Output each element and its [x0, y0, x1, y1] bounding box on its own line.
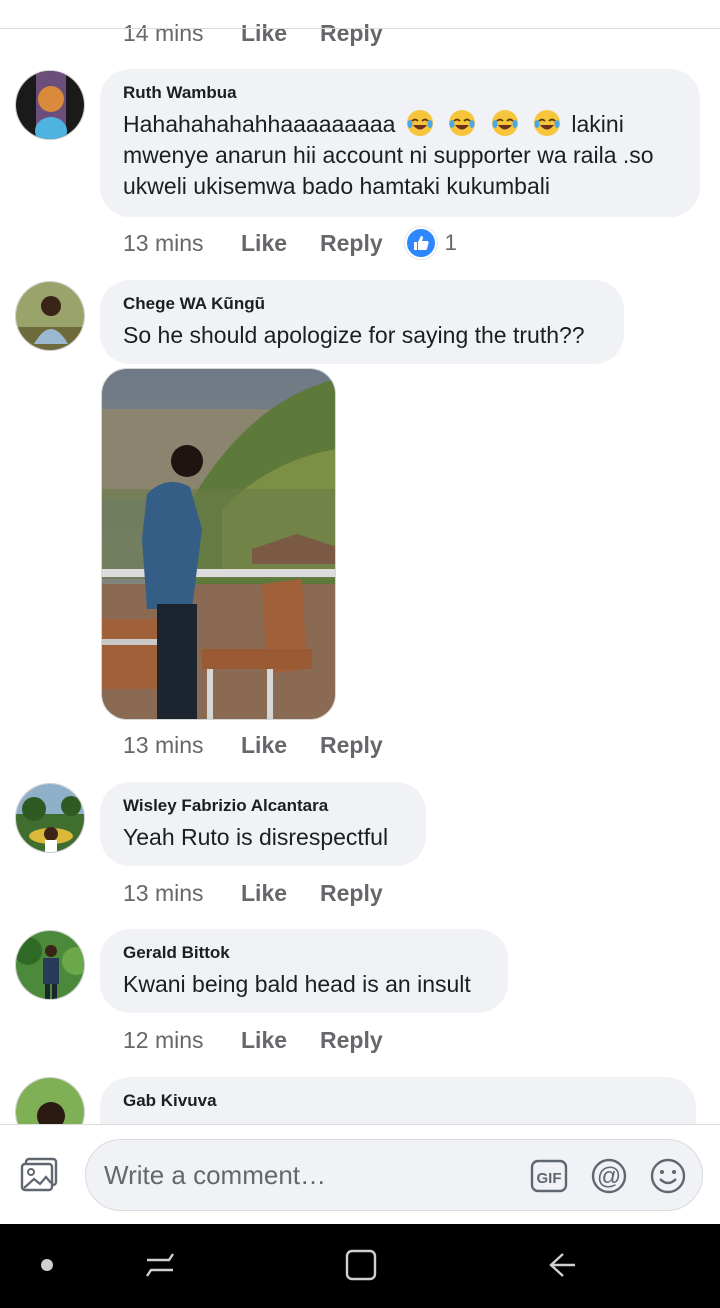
reaction-summary[interactable]: 1 [404, 227, 457, 259]
comment-author[interactable]: Chege WA Kũngũ [123, 294, 602, 314]
thumbs-up-icon [404, 227, 437, 259]
like-link[interactable]: Like [241, 732, 320, 759]
comment-meta: 12 mins Like Reply [123, 1025, 383, 1055]
like-link[interactable]: Like [241, 20, 320, 47]
comment-text: Hahahahahahhaaaaaaaaa lakini mwenye anar… [123, 109, 678, 202]
gif-icon[interactable]: GIF [530, 1157, 568, 1195]
header-divider [0, 28, 720, 29]
avatar[interactable] [15, 783, 85, 853]
at-mention-icon[interactable]: @ [590, 1157, 628, 1195]
comment-meta: 13 mins Like Reply [123, 878, 383, 908]
comment-text: So he should apologize for saying the tr… [123, 322, 585, 348]
comment-photo[interactable] [101, 368, 336, 720]
comment-author[interactable]: Gab Kivuva [123, 1091, 674, 1111]
comment-text: Kwani being bald head is an insult [123, 971, 471, 997]
comment-text: Yeah Ruto is disrespectful [123, 824, 389, 850]
laughing-emoji-icon [406, 110, 433, 136]
reply-link[interactable]: Reply [320, 732, 383, 759]
comment-bubble[interactable]: Chege WA Kũngũ So he should apologize fo… [100, 280, 624, 364]
comment-meta-clipped: 14 mins Like Reply [123, 18, 383, 48]
reply-link[interactable]: Reply [320, 230, 383, 257]
reply-link[interactable]: Reply [320, 20, 383, 47]
comment-author[interactable]: Ruth Wambua [123, 83, 678, 103]
reply-link[interactable]: Reply [320, 880, 383, 907]
at-label: @ [597, 1163, 621, 1190]
avatar[interactable] [15, 281, 85, 351]
like-link[interactable]: Like [241, 230, 320, 257]
home-icon[interactable] [344, 1248, 378, 1282]
gallery-icon[interactable] [20, 1157, 60, 1193]
avatar[interactable] [15, 1077, 85, 1124]
comment-feed[interactable]: 14 mins Like Reply Ruth Wambua Hahahahah… [0, 0, 720, 1124]
gif-label: GIF [537, 1170, 562, 1187]
avatar[interactable] [15, 70, 85, 140]
avatar[interactable] [15, 930, 85, 1000]
comment-bubble[interactable]: Gab Kivuva [100, 1077, 696, 1124]
comment-time: 13 mins [123, 731, 204, 758]
nav-dot-icon[interactable] [41, 1259, 53, 1271]
comment-input-placeholder: Write a comment… [104, 1160, 327, 1190]
like-link[interactable]: Like [241, 880, 320, 907]
comment-author[interactable]: Gerald Bittok [123, 943, 486, 963]
laughing-emoji-icon [491, 110, 518, 136]
comment-bubble[interactable]: Gerald Bittok Kwani being bald head is a… [100, 929, 508, 1013]
comment-bubble[interactable]: Wisley Fabrizio Alcantara Yeah Ruto is d… [100, 782, 426, 866]
back-icon[interactable] [545, 1248, 579, 1282]
comment-meta: 13 mins Like Reply 1 [123, 227, 457, 259]
comment-time: 12 mins [123, 1026, 204, 1053]
recents-icon[interactable] [143, 1248, 177, 1282]
comment-text-part: Hahahahahahhaaaaaaaaa [123, 111, 396, 137]
laughing-emoji-icon [534, 110, 561, 136]
system-nav-bar [0, 1224, 720, 1308]
reaction-count: 1 [444, 230, 457, 255]
comment-composer: Write a comment… GIF @ [0, 1124, 720, 1224]
comment-input[interactable]: Write a comment… GIF @ [85, 1139, 703, 1211]
comment-time: 13 mins [123, 879, 204, 906]
comment-bubble[interactable]: Ruth Wambua Hahahahahahhaaaaaaaaa lakini… [100, 69, 700, 217]
laughing-emoji-icon [449, 110, 476, 136]
comment-author[interactable]: Wisley Fabrizio Alcantara [123, 796, 404, 816]
like-link[interactable]: Like [241, 1027, 320, 1054]
comment-meta: 13 mins Like Reply [123, 730, 383, 760]
comment-time: 13 mins [123, 229, 204, 256]
smiley-icon[interactable] [649, 1157, 687, 1195]
comment-time: 14 mins [123, 19, 204, 46]
reply-link[interactable]: Reply [320, 1027, 383, 1054]
